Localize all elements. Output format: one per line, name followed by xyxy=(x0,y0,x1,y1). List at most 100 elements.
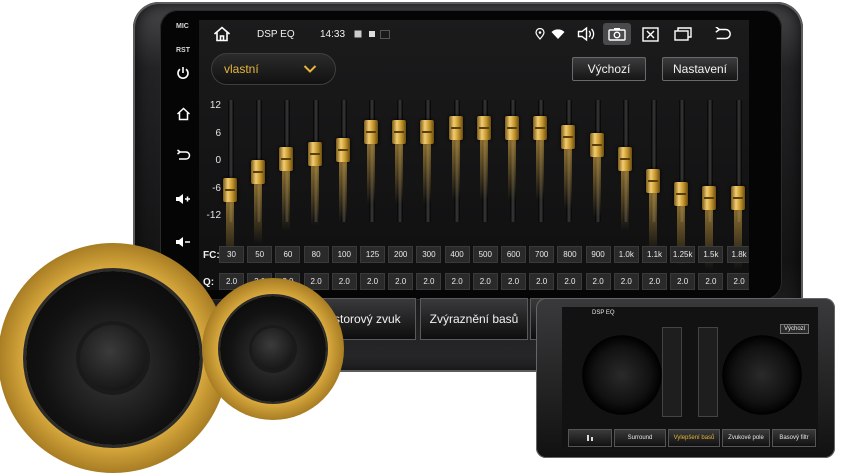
recent-apps-icon[interactable] xyxy=(674,25,692,43)
fc-cell[interactable]: 125 xyxy=(360,246,385,263)
fc-cell[interactable]: 30 xyxy=(219,246,244,263)
eq-slider-50[interactable] xyxy=(247,100,271,250)
home-icon[interactable] xyxy=(213,25,231,43)
eq-slider-125[interactable] xyxy=(360,100,384,250)
eq-slider-knob[interactable] xyxy=(448,115,463,200)
q-cell[interactable]: 2.0 xyxy=(670,273,696,290)
tablet-default-button[interactable]: Výchozí xyxy=(780,324,810,334)
eq-slider-1.5k[interactable] xyxy=(698,100,722,271)
volume-down-icon[interactable] xyxy=(172,231,194,253)
fc-cell[interactable]: 600 xyxy=(501,246,526,263)
tablet-tab-bass-filter[interactable]: Basový filtr xyxy=(772,429,816,447)
fc-cell[interactable]: 400 xyxy=(444,246,470,263)
q-cell[interactable]: 2.0 xyxy=(331,273,357,290)
eq-slider-knob[interactable] xyxy=(730,186,745,271)
large-speaker xyxy=(0,243,228,473)
eq-slider-knob[interactable] xyxy=(392,120,407,205)
eq-slider-200[interactable] xyxy=(388,100,412,250)
eq-slider-knob[interactable] xyxy=(476,115,491,200)
eq-slider-knob[interactable] xyxy=(223,177,237,262)
default-button[interactable]: Výchozí xyxy=(572,57,646,81)
eq-slider-knob[interactable] xyxy=(307,142,322,227)
eq-slider-knob[interactable] xyxy=(646,168,660,253)
eq-slider-1.0k[interactable] xyxy=(614,100,638,250)
eq-slider-knob[interactable] xyxy=(251,159,266,244)
fc-cell[interactable]: 1.8k xyxy=(726,246,749,263)
fc-cell[interactable]: 1.25k xyxy=(670,246,696,263)
power-icon[interactable] xyxy=(172,62,194,84)
eq-slider-knob[interactable] xyxy=(617,146,632,231)
eq-slider-60[interactable] xyxy=(275,100,299,250)
eq-slider-knob[interactable] xyxy=(589,133,604,218)
eq-slider-700[interactable] xyxy=(529,100,553,250)
eq-slider-1.1k[interactable] xyxy=(642,100,666,253)
q-cell[interactable]: 2.0 xyxy=(726,273,749,290)
fc-cell[interactable]: 1.0k xyxy=(613,246,639,263)
preset-dropdown[interactable]: vlastní xyxy=(211,53,336,85)
fc-cell[interactable]: 900 xyxy=(585,246,611,263)
eq-slider-600[interactable] xyxy=(501,100,525,250)
fc-cell[interactable]: 100 xyxy=(331,246,357,263)
eq-slider-knob[interactable] xyxy=(702,186,717,271)
home-side-icon[interactable] xyxy=(172,103,194,125)
fc-cell[interactable]: 200 xyxy=(388,246,414,263)
back-icon[interactable] xyxy=(714,25,732,43)
q-cell[interactable]: 2.0 xyxy=(613,273,639,290)
fc-cell[interactable]: 500 xyxy=(472,246,498,263)
eq-slider-knob[interactable] xyxy=(533,115,548,200)
fc-cell[interactable]: 1.1k xyxy=(642,246,667,263)
q-cell[interactable]: 2.0 xyxy=(529,273,555,290)
eq-slider-100[interactable] xyxy=(332,100,356,250)
fc-cell[interactable]: 800 xyxy=(557,246,583,263)
eq-slider-knob[interactable] xyxy=(674,181,689,266)
q-cell[interactable]: 2.0 xyxy=(360,273,385,290)
q-cell[interactable]: 2.0 xyxy=(501,273,526,290)
eq-slider-knob[interactable] xyxy=(505,115,519,200)
eq-slider-900[interactable] xyxy=(586,100,610,250)
fc-cell[interactable]: 50 xyxy=(247,246,273,263)
clock: 14:33 xyxy=(320,29,346,40)
close-window-icon[interactable] xyxy=(641,25,659,43)
tablet-tab-bass-boost[interactable]: Vylepšení basů xyxy=(668,429,720,447)
volume-icon[interactable] xyxy=(577,25,595,43)
eq-slider-80[interactable] xyxy=(304,100,328,250)
tablet-slider-left[interactable] xyxy=(662,327,682,417)
eq-slider-300[interactable] xyxy=(416,100,440,250)
q-cell[interactable]: 2.0 xyxy=(388,273,414,290)
tablet-tab-surround[interactable]: Surround xyxy=(614,429,666,447)
q-cell[interactable]: 2.0 xyxy=(416,273,442,290)
eq-slider-400[interactable] xyxy=(445,100,469,250)
notification-dot-icon xyxy=(367,25,377,43)
screenshot-icon[interactable] xyxy=(603,23,631,45)
eq-slider-800[interactable] xyxy=(557,100,581,250)
eq-slider-1.8k[interactable] xyxy=(727,100,749,271)
volume-up-icon[interactable] xyxy=(172,188,194,210)
main-screen: DSP EQ 14:33 vlastní Výchozí Nastavení 1… xyxy=(199,20,749,290)
fc-cell[interactable]: 80 xyxy=(303,246,329,263)
q-cell[interactable]: 2.0 xyxy=(444,273,470,290)
fc-cell[interactable]: 60 xyxy=(275,246,301,263)
eq-slider-30[interactable] xyxy=(219,100,243,262)
q-cell[interactable]: 2.0 xyxy=(472,273,498,290)
tab-bass-boost[interactable]: Zvýraznění basů xyxy=(420,298,528,340)
eq-slider-knob[interactable] xyxy=(420,120,435,205)
q-cell[interactable]: 2.0 xyxy=(698,273,724,290)
q-cell[interactable]: 2.0 xyxy=(557,273,583,290)
q-cell[interactable]: 2.0 xyxy=(585,273,611,290)
settings-button[interactable]: Nastavení xyxy=(662,57,738,81)
q-cell[interactable]: 2.0 xyxy=(642,273,667,290)
eq-slider-1.25k[interactable] xyxy=(670,100,694,266)
tablet-slider-right[interactable] xyxy=(698,327,718,417)
eq-slider-knob[interactable] xyxy=(561,124,576,209)
eq-slider-knob[interactable] xyxy=(279,146,294,231)
eq-slider-knob[interactable] xyxy=(335,137,350,222)
fc-cell[interactable]: 700 xyxy=(529,246,555,263)
tablet-tab-sound-field[interactable]: Zvukové pole xyxy=(722,429,770,447)
fc-cell[interactable]: 300 xyxy=(416,246,442,263)
eq-slider-500[interactable] xyxy=(473,100,497,250)
tablet-tab-icon[interactable] xyxy=(568,429,612,447)
eq-slider-knob[interactable] xyxy=(364,120,378,205)
fc-cell[interactable]: 1.5k xyxy=(698,246,724,263)
tablet-title: DSP EQ xyxy=(592,310,615,316)
back-side-icon[interactable] xyxy=(172,145,194,167)
